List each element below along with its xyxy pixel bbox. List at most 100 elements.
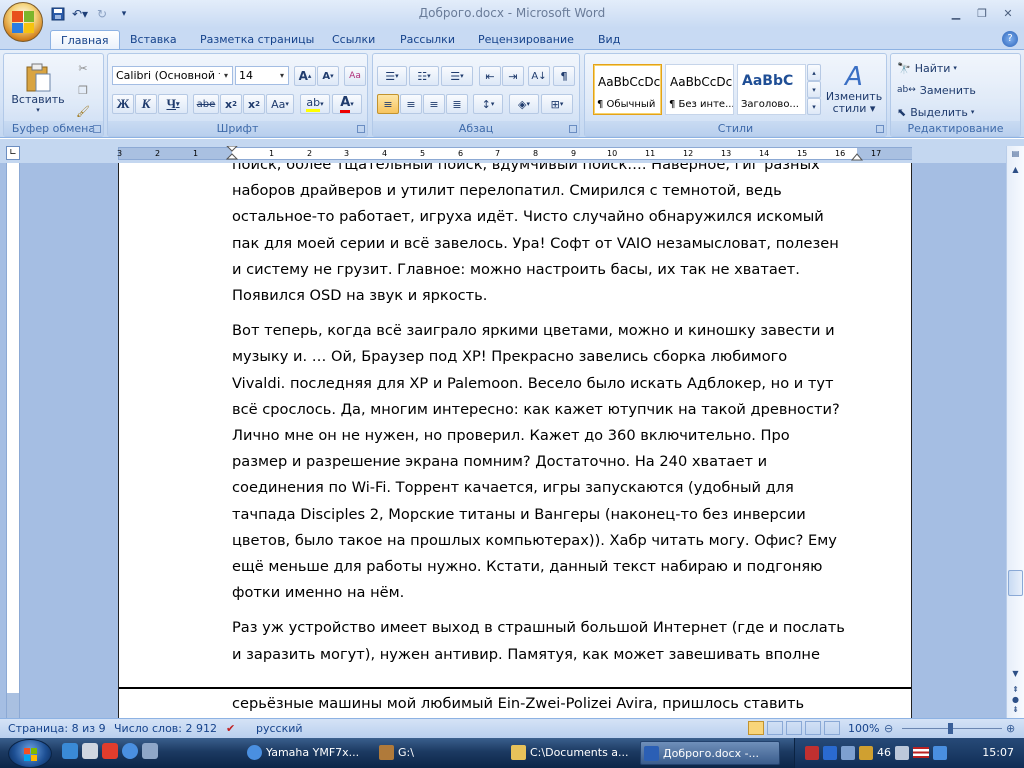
start-button[interactable] (8, 739, 52, 768)
office-button[interactable] (3, 2, 43, 42)
tab-references[interactable]: Ссылки (322, 30, 385, 50)
underline-icon[interactable]: Ч ▾ (158, 94, 188, 114)
media-icon[interactable] (122, 743, 138, 759)
horizontal-ruler[interactable]: 3 2 1 1 2 3 4 5 6 7 8 9 10 11 12 13 14 1… (117, 146, 912, 161)
select-button[interactable]: ⬉ Выделить ▾ (897, 102, 987, 122)
word-count[interactable]: Число слов: 2 912 (114, 722, 217, 735)
vertical-scrollbar[interactable]: ▤ ▲ ▼ ⇞ ● ⇟ (1006, 146, 1024, 718)
replace-button[interactable]: ab↔ Заменить (897, 80, 987, 100)
font-color-icon[interactable]: A ▾ (332, 94, 362, 114)
grow-font-icon[interactable]: A ▴ (294, 66, 316, 86)
font-launcher-icon[interactable] (357, 125, 365, 133)
strikethrough-icon[interactable]: abe (193, 94, 219, 114)
format-painter-icon[interactable]: 🖌 (72, 102, 94, 120)
web-layout-icon[interactable] (786, 721, 802, 735)
tab-view[interactable]: Вид (588, 30, 630, 50)
close-button[interactable]: ✕ (996, 4, 1020, 22)
align-right-icon[interactable]: ≡ (423, 94, 445, 114)
tab-mailings[interactable]: Рассылки (390, 30, 465, 50)
font-name-combo[interactable]: Calibri (Основной те ▾ (112, 66, 233, 85)
tray-extra-icon[interactable] (933, 746, 947, 760)
scroll-down-icon[interactable]: ▼ (1008, 666, 1023, 682)
styles-scroll-down-icon[interactable]: ▾ (807, 81, 821, 98)
styles-scroll-up-icon[interactable]: ▴ (807, 64, 821, 81)
tab-selector-icon[interactable]: ∟ (6, 146, 20, 160)
show-marks-icon[interactable]: ¶ (553, 66, 575, 86)
superscript-icon[interactable]: x2 (243, 94, 265, 114)
page-indicator[interactable]: Страница: 8 из 9 (8, 722, 106, 735)
change-styles-button[interactable]: A Изменить стили ▾ (825, 58, 883, 120)
taskbar-item-word[interactable]: Доброго.docx -... (640, 741, 780, 765)
subscript-icon[interactable]: x2 (220, 94, 242, 114)
tab-home[interactable]: Главная (50, 30, 120, 50)
taskbar-item-drive-g[interactable]: G:\ (376, 741, 504, 765)
change-case-icon[interactable]: Aa ▾ (266, 94, 294, 114)
shading-icon[interactable]: ◈ ▾ (509, 94, 539, 114)
italic-icon[interactable]: К (135, 94, 157, 114)
language-flag-icon[interactable] (913, 747, 929, 758)
styles-launcher-icon[interactable] (876, 125, 884, 133)
line-spacing-icon[interactable]: ↕ ▾ (473, 94, 503, 114)
clipboard-launcher-icon[interactable] (93, 125, 101, 133)
vertical-ruler[interactable] (6, 163, 20, 718)
style-normal[interactable]: AaBbCcDc ¶ Обычный (593, 64, 662, 115)
justify-icon[interactable]: ≣ (446, 94, 468, 114)
explorer-icon[interactable] (82, 743, 98, 759)
numbering-icon[interactable]: ☷ ▾ (409, 66, 439, 86)
bullets-icon[interactable]: ☰ ▾ (377, 66, 407, 86)
font-size-combo[interactable]: 14 ▾ (235, 66, 289, 85)
bold-icon[interactable]: Ж (112, 94, 134, 114)
paste-button[interactable]: Вставить ▾ (10, 58, 66, 118)
tray-app-icon[interactable] (805, 746, 819, 760)
print-layout-icon[interactable] (748, 721, 764, 735)
browser-icon[interactable] (102, 743, 118, 759)
style-heading1[interactable]: AaBbC Заголово... (737, 64, 806, 115)
align-center-icon[interactable]: ≡ (400, 94, 422, 114)
volume-icon[interactable] (895, 746, 909, 760)
language-indicator[interactable]: русский (256, 722, 303, 735)
sort-icon[interactable]: A↓ (528, 66, 550, 86)
tab-page-layout[interactable]: Разметка страницы (190, 30, 324, 50)
zoom-slider-thumb[interactable] (948, 723, 953, 734)
multilevel-list-icon[interactable]: ☰ ▾ (441, 66, 473, 86)
clear-formatting-icon[interactable]: Aa (344, 66, 366, 86)
right-indent-marker-icon[interactable] (851, 152, 863, 161)
network-icon[interactable] (841, 746, 855, 760)
paragraph-launcher-icon[interactable] (569, 125, 577, 133)
proofing-icon[interactable]: ✔ (226, 722, 235, 735)
taskbar-item-yamaha[interactable]: Yamaha YMF7x... (244, 741, 372, 765)
highlight-icon[interactable]: ab ▾ (300, 94, 330, 114)
shrink-font-icon[interactable]: A ▾ (317, 66, 339, 86)
full-screen-reading-icon[interactable] (767, 721, 783, 735)
cut-icon[interactable]: ✂ (72, 58, 94, 78)
styles-more-icon[interactable]: ▾ (807, 98, 821, 115)
style-no-spacing[interactable]: AaBbCcDc ¶ Без инте... (665, 64, 734, 115)
show-desktop-icon[interactable] (62, 743, 78, 759)
copy-icon[interactable]: ❐ (72, 80, 94, 100)
switch-windows-icon[interactable] (142, 743, 158, 759)
ruler-toggle-icon[interactable]: ▤ (1008, 146, 1023, 162)
document-page[interactable]: поиск, более тщательный поиск, вдумчивый… (118, 163, 912, 718)
zoom-out-icon[interactable]: ⊖ (884, 722, 893, 735)
draft-view-icon[interactable] (824, 721, 840, 735)
increase-indent-icon[interactable]: ⇥ (502, 66, 524, 86)
scroll-up-icon[interactable]: ▲ (1008, 162, 1023, 178)
align-left-icon[interactable]: ≡ (377, 94, 399, 114)
tab-review[interactable]: Рецензирование (468, 30, 584, 50)
zoom-level[interactable]: 100% (848, 722, 879, 735)
help-icon[interactable]: ? (1002, 31, 1018, 47)
indent-marker-icon[interactable] (226, 146, 238, 160)
restore-button[interactable]: ❐ (970, 4, 994, 22)
find-button[interactable]: 🔭 Найти ▾ (897, 58, 977, 78)
tab-insert[interactable]: Вставка (120, 30, 187, 50)
next-page-icon[interactable]: ⇟ (1008, 702, 1023, 718)
clock[interactable]: 15:07 (982, 746, 1014, 759)
minimize-button[interactable]: ▁ (944, 4, 968, 22)
borders-icon[interactable]: ⊞ ▾ (541, 94, 573, 114)
battery-icon[interactable] (859, 746, 873, 760)
zoom-in-icon[interactable]: ⊕ (1006, 722, 1015, 735)
outline-view-icon[interactable] (805, 721, 821, 735)
taskbar-item-documents[interactable]: C:\Documents a... (508, 741, 636, 765)
scrollbar-thumb[interactable] (1008, 570, 1023, 596)
bluetooth-icon[interactable] (823, 746, 837, 760)
